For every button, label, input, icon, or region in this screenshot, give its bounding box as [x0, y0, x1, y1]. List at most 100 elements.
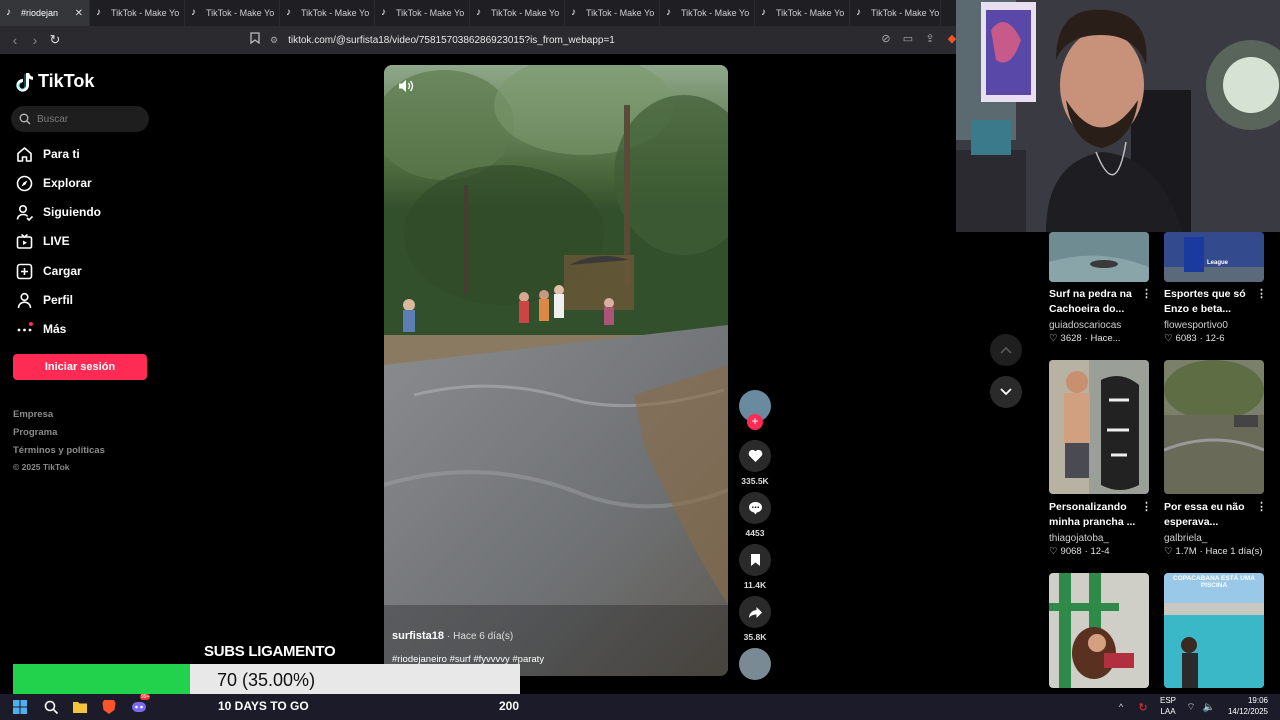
system-clock[interactable]: 19:06 14/12/2025 [1222, 695, 1268, 717]
title-line: Personalizando [1049, 501, 1127, 513]
browser-tab[interactable]: ♪ TikTok - Make Yo [565, 0, 660, 26]
days-to-go: 10 DAYS TO GO [218, 699, 309, 713]
site-info-icon[interactable]: ⚙ [270, 35, 278, 46]
heart-outline-icon: ♡ [1164, 333, 1173, 344]
recommended-user[interactable]: thiagojatoba_ [1049, 533, 1109, 544]
search-input[interactable]: Buscar [11, 106, 149, 132]
video-player[interactable] [384, 65, 728, 676]
like-button[interactable] [739, 440, 771, 472]
video-author[interactable]: surfista18 [392, 630, 444, 642]
next-video-button[interactable] [990, 376, 1022, 408]
tray-sync-icon[interactable]: ↻ [1134, 698, 1152, 716]
recommended-title[interactable]: Por essa eu não esperava... [1164, 500, 1264, 530]
heart-outline-icon: ♡ [1049, 333, 1058, 344]
recommended-thumbnail[interactable] [1049, 232, 1149, 282]
nav-item-mas[interactable]: Más [15, 320, 66, 338]
wifi-icon[interactable]: ⌔ [1182, 698, 1200, 716]
address-bar[interactable]: ⚙ tiktok.com/@surfista18/video/758157038… [270, 31, 870, 49]
save-button[interactable] [739, 544, 771, 576]
login-button[interactable]: Iniciar sesión [13, 354, 147, 380]
recommended-thumbnail[interactable]: COPACABANA ESTÁ UMA PISCINA [1164, 573, 1264, 688]
creator-avatar[interactable]: + [739, 390, 771, 430]
more-options-icon[interactable]: ⋮ [1256, 287, 1267, 300]
share-button[interactable] [739, 596, 771, 628]
nav-label: Explorar [43, 176, 92, 190]
tiktok-logo[interactable]: TikTok [16, 71, 94, 92]
heart-outline-icon: ♡ [1049, 546, 1058, 557]
browser-tab[interactable]: ♪ TikTok - Make Yo [280, 0, 375, 26]
recommended-thumbnail[interactable] [1049, 360, 1149, 494]
title-line: Esportes que só [1164, 288, 1246, 300]
browser-tab-active[interactable]: ♪ #riodejan ✕ [0, 0, 90, 26]
reload-icon[interactable]: ↻ [45, 30, 65, 50]
subs-progress-text: 70 (35.00%) [217, 670, 316, 690]
recommended-stats: ♡ 3628 · Hace... [1049, 333, 1121, 344]
likes: 3628 [1060, 333, 1082, 344]
browser-tab[interactable]: ♪ TikTok - Make Yo [90, 0, 185, 26]
heart-outline-icon: ♡ [1164, 546, 1173, 557]
date: · Hace... [1084, 333, 1121, 344]
browser-tab[interactable]: ♪ TikTok - Make Yo [850, 0, 941, 26]
recommended-title[interactable]: Esportes que só Enzo e beta... [1164, 287, 1264, 317]
recommended-thumbnail[interactable] [1049, 573, 1149, 688]
recommended-thumbnail[interactable] [1164, 360, 1264, 494]
volume-icon[interactable] [398, 79, 414, 98]
streamer-webcam [956, 0, 1280, 232]
browser-tab[interactable]: ♪ TikTok - Make Yo [470, 0, 565, 26]
media-off-icon[interactable]: ⊘ [878, 32, 894, 48]
start-icon[interactable] [11, 698, 29, 716]
more-options-icon[interactable]: ⋮ [1141, 500, 1152, 513]
brave-browser-icon[interactable] [100, 698, 118, 716]
recommended-stats: ♡ 1.7M · Hace 1 día(s) [1164, 546, 1262, 557]
recommended-thumbnail[interactable]: League [1164, 232, 1264, 282]
nav-item-explorar[interactable]: Explorar [15, 174, 92, 192]
nav-item-siguiendo[interactable]: Siguiendo [15, 203, 101, 221]
comment-count: 4453 [745, 528, 765, 538]
nav-item-para-ti[interactable]: Para ti [15, 145, 80, 163]
bookmark-icon[interactable] [247, 32, 263, 48]
more-options-icon[interactable]: ⋮ [1256, 500, 1267, 513]
recommended-user[interactable]: flowesportivo0 [1164, 320, 1228, 331]
browser-tab[interactable]: ♪ TikTok - Make Yo [660, 0, 755, 26]
recommended-user[interactable]: galbriela_ [1164, 533, 1207, 544]
language-indicator[interactable]: ESP LAA [1160, 695, 1176, 717]
share-icon[interactable]: ⇪ [922, 32, 938, 48]
file-explorer-icon[interactable] [71, 698, 89, 716]
date: · 12-4 [1084, 546, 1110, 557]
comment-button[interactable] [739, 492, 771, 524]
volume-icon[interactable]: 🔈 [1200, 698, 1218, 716]
browser-tab[interactable]: ♪ TikTok - Make Yo [755, 0, 850, 26]
nav-item-cargar[interactable]: Cargar [15, 262, 82, 280]
follow-plus-icon[interactable]: + [747, 414, 763, 430]
more-options-icon[interactable]: ⋮ [1141, 287, 1152, 300]
nav-label: Cargar [43, 264, 82, 278]
close-tab-icon[interactable]: ✕ [75, 8, 83, 19]
search-icon[interactable] [42, 698, 60, 716]
tab-label: TikTok - Make Yo [586, 8, 655, 18]
footer-link-programa[interactable]: Programa [13, 427, 57, 438]
tray-chevron-icon[interactable]: ^ [1112, 698, 1130, 716]
tiktok-favicon-icon: ♪ [761, 7, 766, 18]
music-disc-avatar[interactable] [739, 648, 771, 680]
recommended-user[interactable]: guiadoscariocas [1049, 320, 1121, 331]
nav-item-live[interactable]: LIVE [15, 232, 70, 250]
back-icon[interactable]: ‹ [5, 30, 25, 50]
forward-icon[interactable]: › [25, 30, 45, 50]
screen-icon[interactable]: ▭ [900, 32, 916, 48]
recommended-title[interactable]: Personalizando minha prancha ... [1049, 500, 1149, 530]
nav-item-perfil[interactable]: Perfil [15, 291, 73, 309]
more-icon [15, 320, 33, 338]
tiktok-favicon-icon: ♪ [856, 7, 861, 18]
discord-icon[interactable]: 99+ [130, 694, 151, 716]
recommended-title[interactable]: Surf na pedra na Cachoeira do... [1049, 287, 1149, 317]
previous-video-button[interactable] [990, 334, 1022, 366]
title-line: Enzo e beta... [1164, 303, 1232, 315]
tiktok-favicon-icon: ♪ [286, 7, 291, 18]
browser-tab[interactable]: ♪ TikTok - Make Yo [185, 0, 280, 26]
title-line: Surf na pedra na [1049, 288, 1132, 300]
footer-link-empresa[interactable]: Empresa [13, 409, 53, 420]
footer-link-terms[interactable]: Términos y políticas [13, 445, 105, 456]
live-icon [15, 232, 33, 250]
title-line: esperava... [1164, 516, 1219, 528]
browser-tab[interactable]: ♪ TikTok - Make Yo [375, 0, 470, 26]
